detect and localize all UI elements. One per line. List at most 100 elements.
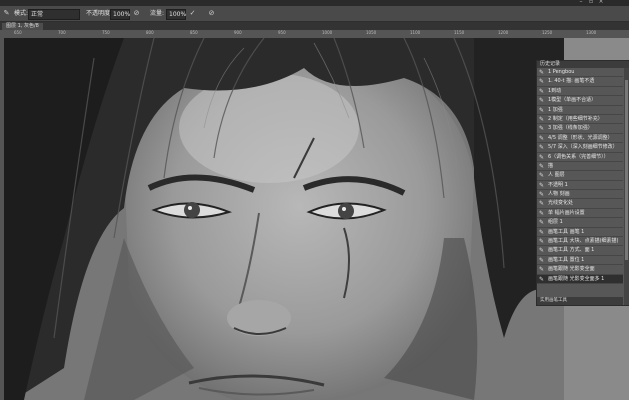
history-item-label: 4/5 调整（形状、光源调整）	[548, 134, 613, 141]
brush-icon: ✎	[539, 106, 545, 114]
history-list: ✎ 1 Pengbou ✎ 1. 40-t 描: 画笔不透 ✎ 1到动 ✎ 1模型（单画不合适…	[537, 68, 623, 305]
airbrush-icon[interactable]: ✓	[188, 9, 197, 18]
brush-icon: ✎	[539, 97, 545, 105]
history-item-label: 画笔工具 画笔 1	[548, 228, 585, 235]
ruler-tick: 1150	[454, 30, 465, 35]
brush-icon: ✎	[539, 228, 545, 236]
pressure-size-icon[interactable]: ⊘	[207, 9, 216, 18]
history-item-label: 组层 1	[548, 219, 563, 226]
mode-select[interactable]: 正常	[28, 9, 80, 20]
history-item-label: 5/7 深入（深入刻画细节修改）	[548, 144, 618, 151]
ruler-tick: 750	[102, 30, 110, 35]
brush-icon: ✎	[539, 78, 545, 86]
brush-icon: ✎	[539, 247, 545, 255]
history-item-label: 2 制定（用些细节补充）	[548, 115, 603, 122]
brush-icon: ✎	[539, 153, 545, 161]
document-tab-bar: 图层 1, 灰色/8	[0, 22, 629, 30]
history-item[interactable]: ✎ 人物 刻画	[537, 190, 623, 200]
brush-icon: ✎	[539, 181, 545, 189]
ruler-tick: 950	[278, 30, 286, 35]
history-item-label: 单 幅片画片设置	[548, 209, 585, 216]
history-item-label: 画笔工具 置位 1	[548, 256, 585, 263]
flow-input[interactable]: 100%	[166, 9, 186, 20]
history-item[interactable]: ✎ 1 加强	[537, 106, 623, 115]
ruler-tick: 900	[234, 30, 242, 35]
history-footer: 实用画笔工具	[537, 297, 623, 305]
history-item[interactable]: ✎ 单 幅片画片设置	[537, 209, 623, 219]
brush-icon: ✎	[539, 125, 545, 133]
ruler-tick: 1000	[322, 30, 333, 35]
brush-icon: ✎	[539, 200, 545, 208]
history-item-label: 画笔跟随 光影变全面多 1	[548, 275, 605, 282]
history-item[interactable]: ✎ 4/5 调整（形状、光源调整）	[537, 134, 623, 144]
history-item[interactable]: ✎ 1. 40-t 描: 画笔不透	[537, 77, 623, 87]
brush-icon: ✎	[539, 256, 545, 264]
history-item-label: 1 加强	[548, 106, 563, 113]
history-item[interactable]: ✎ 画笔跟随 光影变全面	[537, 265, 623, 275]
history-item-label: 1模型（单画不合适）	[548, 97, 597, 104]
history-panel-title[interactable]: 历史记录	[537, 61, 629, 68]
history-item[interactable]: ✎ 光线变化处	[537, 199, 623, 209]
history-item[interactable]: ✎ 1到动	[537, 87, 623, 97]
history-item[interactable]: ✎ 1模型（单画不合适）	[537, 96, 623, 106]
brush-icon: ✎	[539, 238, 545, 246]
history-item-label: 1到动	[548, 87, 562, 94]
history-item[interactable]: ✎ 不透明 1	[537, 181, 623, 191]
brush-icon: ✎	[539, 144, 545, 152]
history-item[interactable]: ✎ 描	[537, 162, 623, 172]
history-item-label: 画笔工具 方式、面 1	[548, 247, 595, 254]
ruler-tick: 1050	[366, 30, 377, 35]
history-item-label: 1 Pengbou	[548, 69, 575, 75]
brush-tool-icon[interactable]: ✎	[2, 9, 11, 18]
brush-icon: ✎	[539, 69, 545, 76]
brush-icon: ✎	[539, 134, 545, 142]
history-item-label: 1. 40-t 描: 画笔不透	[548, 78, 595, 85]
ruler-tick: 650	[14, 30, 22, 35]
ruler-tick: 1300	[586, 30, 597, 35]
minimize-icon[interactable]: –	[577, 0, 585, 5]
history-scrollbar[interactable]	[624, 68, 629, 305]
history-panel: 历史记录 ✎ 1 Pengbou ✎ 1. 40-t 描: 画笔不透 ✎ 1到动 ✎ 1模型（…	[536, 60, 629, 306]
history-scrollbar-thumb[interactable]	[625, 80, 628, 260]
ruler-tick: 1200	[498, 30, 509, 35]
pressure-opacity-icon[interactable]: ⊘	[132, 9, 141, 18]
history-item-label: 人物 刻画	[548, 191, 570, 198]
brush-icon: ✎	[539, 172, 545, 180]
history-item[interactable]: ✎ 画笔工具 置位 1	[537, 256, 623, 266]
history-item-label: 6（调色关系（完善细节））	[548, 153, 609, 160]
ruler-tick: 1100	[410, 30, 421, 35]
history-item[interactable]: ✎ 人 图层	[537, 171, 623, 181]
close-icon[interactable]: ×	[597, 0, 605, 5]
ruler-tick: 850	[190, 30, 198, 35]
brush-icon: ✎	[539, 191, 545, 199]
history-item[interactable]: ✎ 画笔工具 方式、面 1	[537, 246, 623, 256]
history-item[interactable]: ✎ 5/7 深入（深入刻画细节修改）	[537, 143, 623, 153]
history-item[interactable]: ✎ 组层 1	[537, 218, 623, 228]
photoshop-window: – ▫ × ✎ 模式: 正常 不透明度: 100% ⊘ 流量: 100% ✓ ⊘…	[0, 0, 629, 400]
brush-icon: ✎	[539, 162, 545, 170]
opacity-label: 不透明度:	[86, 10, 113, 17]
ruler-tick: 1250	[542, 30, 553, 35]
history-item[interactable]: ✎ 1 Pengbou	[537, 68, 623, 78]
flow-label: 流量:	[150, 10, 165, 17]
history-item[interactable]: ✎ 6（调色关系（完善细节））	[537, 153, 623, 162]
history-item-label: 画笔跟随 光影变全面	[548, 266, 595, 273]
history-item[interactable]: ✎ 3 加强（线条加强）	[537, 124, 623, 134]
history-item[interactable]: ✎ 画笔工具 画笔 1	[537, 228, 623, 238]
brush-icon: ✎	[539, 266, 545, 274]
history-item-label: 画笔工具 大块、点素描(细素描)	[548, 238, 619, 245]
brush-icon: ✎	[539, 115, 545, 123]
options-bar: ✎ 模式: 正常 不透明度: 100% ⊘ 流量: 100% ✓ ⊘	[0, 6, 629, 22]
history-item[interactable]: ✎ 画笔跟随 光影变全面多 1	[537, 274, 623, 284]
ruler-tick: 800	[146, 30, 154, 35]
history-item-label: 不透明 1	[548, 181, 568, 188]
mode-label: 模式:	[14, 10, 29, 17]
maximize-icon[interactable]: ▫	[587, 0, 595, 5]
brush-icon: ✎	[539, 87, 545, 95]
history-item-label: 光线变化处	[548, 200, 574, 207]
history-item[interactable]: ✎ 2 制定（用些细节补充）	[537, 115, 623, 125]
document-tab[interactable]: 图层 1, 灰色/8	[2, 23, 43, 30]
opacity-input[interactable]: 100%	[110, 9, 130, 20]
history-item-label: 描	[548, 162, 554, 169]
history-item[interactable]: ✎ 画笔工具 大块、点素描(细素描)	[537, 237, 623, 247]
